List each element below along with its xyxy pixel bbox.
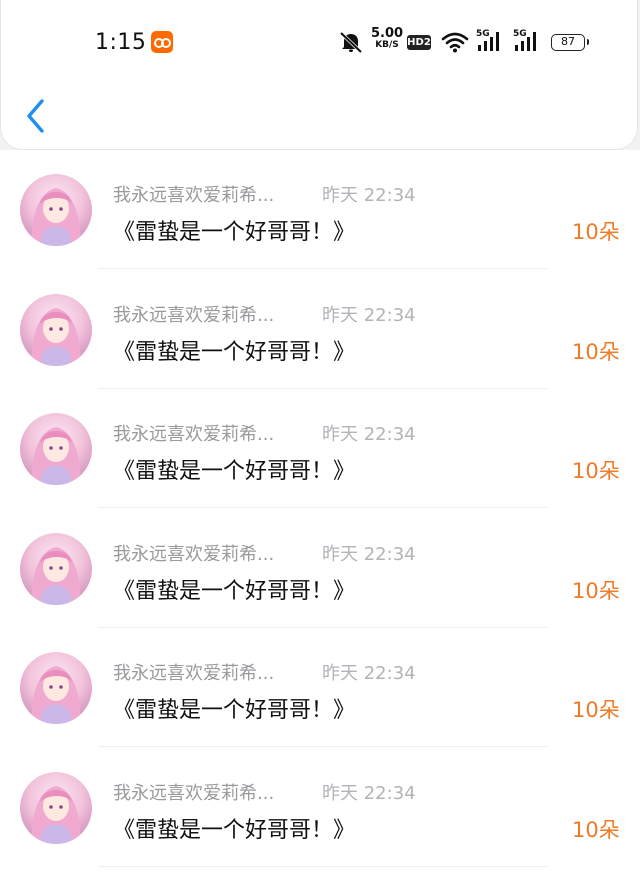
gift-amount: 10朵 [572,817,620,842]
avatar[interactable] [20,174,92,246]
timestamp: 昨天 22:34 [322,663,416,684]
message-text: 《雷蛰是一个好哥哥！》 [113,220,356,245]
top-bar: 1:15 5.00 KB/S HD2 5G 5G 87 [0,0,638,150]
list-item[interactable]: 我永远喜欢爱莉希... 昨天 22:34 《雷蛰是一个好哥哥！》 10朵 [0,748,640,867]
sender-name[interactable]: 我永远喜欢爱莉希... [113,181,274,207]
timestamp: 昨天 22:34 [322,185,416,206]
screen: 1:15 5.00 KB/S HD2 5G 5G 87 我永远喜欢爱莉希... … [0,0,640,873]
avatar[interactable] [20,652,92,724]
sender-name[interactable]: 我永远喜欢爱莉希... [113,659,274,685]
sender-name[interactable]: 我永远喜欢爱莉希... [113,540,274,566]
status-bar: 1:15 5.00 KB/S HD2 5G 5G 87 [1,0,640,86]
avatar[interactable] [20,413,92,485]
mute-icon [339,31,363,54]
gift-amount: 10朵 [572,578,620,603]
avatar[interactable] [20,532,92,605]
gift-amount: 10朵 [572,698,620,722]
message-text: 《雷蛰是一个好哥哥！》 [113,698,356,723]
net-speed-value: 5.00 [371,26,404,41]
wifi-icon [441,32,469,53]
avatar[interactable] [20,771,92,844]
timestamp: 昨天 22:34 [322,543,416,565]
list-item[interactable]: 我永远喜欢爱莉希... 昨天 22:34 《雷蛰是一个好哥哥！》 10朵 [0,389,640,508]
message-text: 《雷蛰是一个好哥哥！》 [113,459,356,484]
gift-amount: 10朵 [572,459,620,483]
avatar[interactable] [20,293,92,366]
sender-name[interactable]: 我永远喜欢爱莉希... [113,779,274,805]
net-speed-unit: KB/S [375,40,399,50]
battery-icon: 87 [551,34,589,51]
app-badge-icon [151,31,173,53]
sender-name[interactable]: 我永远喜欢爱莉希... [113,420,274,446]
divider [98,865,548,867]
gift-record-list: 我永远喜欢爱莉希... 昨天 22:34 《雷蛰是一个好哥哥！》 10朵 我永远喜欢爱莉… [0,150,640,873]
message-text: 《雷蛰是一个好哥哥！》 [113,578,356,604]
status-time: 1:15 [95,30,147,55]
back-button[interactable] [21,98,51,134]
gift-amount: 10朵 [572,339,620,364]
list-item[interactable]: 我永远喜欢爱莉希... 昨天 22:34 《雷蛰是一个好哥哥！》 10朵 [0,150,640,269]
gift-amount: 10朵 [572,220,620,244]
sender-name[interactable]: 我永远喜欢爱莉希... [113,301,274,327]
chevron-left-icon [27,99,44,133]
timestamp: 昨天 22:34 [322,424,416,445]
list-item[interactable]: 我永远喜欢爱莉希... 昨天 22:34 《雷蛰是一个好哥哥！》 10朵 [0,509,640,628]
timestamp: 昨天 22:34 [322,304,416,326]
list-item[interactable]: 我永远喜欢爱莉希... 昨天 22:34 《雷蛰是一个好哥哥！》 10朵 [0,628,640,747]
timestamp: 昨天 22:34 [322,782,416,804]
message-text: 《雷蛰是一个好哥哥！》 [113,817,356,843]
net-speed: 5.00 KB/S [371,27,403,50]
hd-badge: HD2 [407,35,431,50]
list-item[interactable]: 我永远喜欢爱莉希... 昨天 22:34 《雷蛰是一个好哥哥！》 10朵 [0,270,640,389]
message-text: 《雷蛰是一个好哥哥！》 [113,339,356,365]
